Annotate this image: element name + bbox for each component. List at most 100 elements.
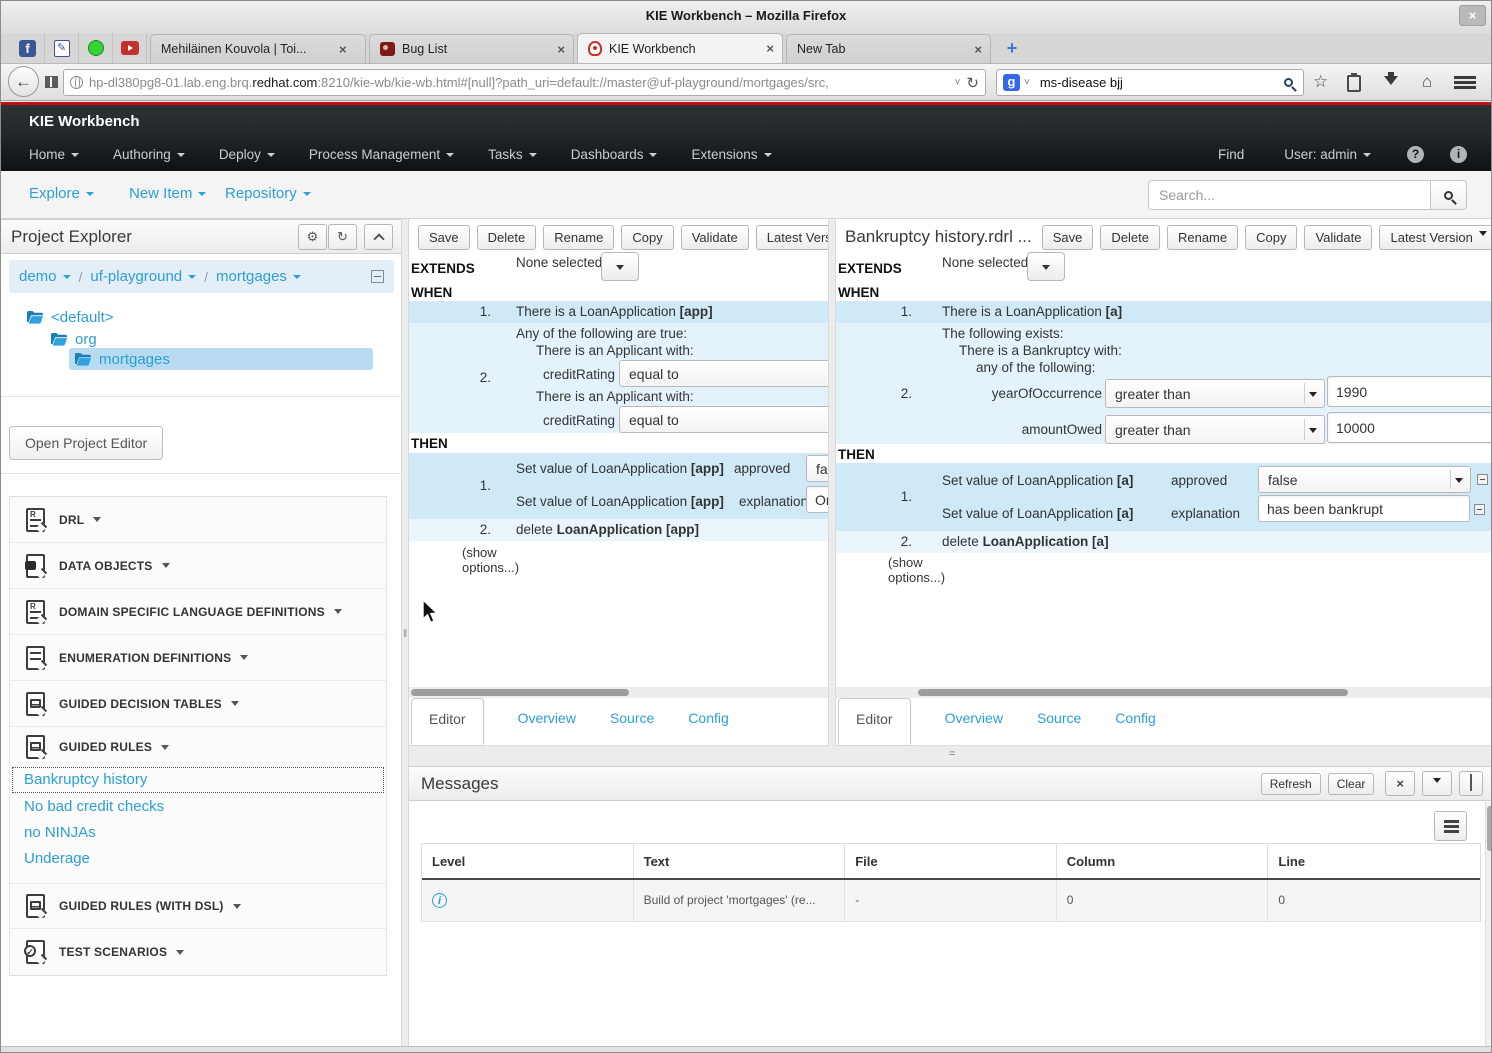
collapse-tree-icon[interactable]	[371, 270, 384, 283]
tab-close-icon[interactable]: ×	[766, 41, 774, 56]
extends-dropdown-button[interactable]	[1027, 252, 1065, 281]
tab-source[interactable]: Source	[610, 698, 654, 745]
scrollbar-thumb[interactable]	[918, 689, 1348, 696]
show-options-link[interactable]: (show options...)	[462, 545, 528, 575]
section-dsl-definitions[interactable]: R DOMAIN SPECIFIC LANGUAGE DEFINITIONS	[10, 589, 386, 635]
tree-item-org[interactable]: org	[51, 328, 97, 350]
value-input[interactable]	[1327, 376, 1492, 407]
submenu-repository[interactable]: Repository	[225, 185, 311, 202]
tab-overview[interactable]: Overview	[945, 698, 1003, 745]
tree-item-default[interactable]: <default>	[27, 306, 114, 328]
latest-version-dropdown[interactable]: Latest Version	[756, 225, 828, 250]
vertical-scrollbar[interactable]	[1485, 802, 1492, 1046]
downloads-icon[interactable]	[1384, 76, 1398, 85]
list-view-icon[interactable]	[1434, 811, 1467, 841]
tab-editor[interactable]: Editor	[838, 698, 911, 745]
workbench-search-button[interactable]	[1431, 180, 1467, 210]
remove-field-icon[interactable]	[1477, 474, 1488, 485]
value-select[interactable]: false	[1258, 466, 1471, 493]
then-row-1[interactable]: 1. Set value of LoanApplication [a] appr…	[836, 463, 1492, 531]
panel-menu-button[interactable]	[1422, 771, 1452, 796]
open-project-editor-button[interactable]: Open Project Editor	[9, 426, 163, 460]
close-panel-button[interactable]: ×	[1385, 771, 1415, 796]
home-icon[interactable]: ⌂	[1422, 72, 1432, 92]
submenu-new-item[interactable]: New Item	[129, 185, 206, 202]
tab-close-icon[interactable]: ×	[339, 42, 347, 57]
rule-item-no-ninjas[interactable]: no NINJAs	[24, 824, 96, 841]
submenu-explore[interactable]: Explore	[29, 185, 94, 202]
bookmark-star-icon[interactable]: ☆	[1313, 72, 1328, 92]
then-row-2[interactable]: 2. delete LoanApplication [a]	[836, 531, 1492, 553]
browser-search-bar[interactable]: g ˅	[996, 69, 1304, 96]
save-button[interactable]: Save	[1042, 225, 1094, 250]
tab-overview[interactable]: Overview	[518, 698, 576, 745]
pinned-tab-youtube[interactable]	[113, 33, 147, 63]
rename-button[interactable]: Rename	[1167, 225, 1238, 250]
extends-dropdown-button[interactable]	[601, 252, 639, 281]
new-tab-button[interactable]: +	[997, 36, 1027, 62]
info-icon[interactable]: i	[1450, 146, 1467, 163]
operator-select[interactable]: equal to	[619, 360, 828, 387]
section-guided-rules[interactable]: GUIDED RULES	[10, 727, 386, 767]
operator-select[interactable]: equal to	[619, 406, 828, 433]
pinned-tab-notes[interactable]: ✎	[45, 33, 79, 63]
tab-kie-workbench[interactable]: KIE Workbench ×	[577, 33, 783, 63]
save-button[interactable]: Save	[418, 225, 470, 250]
tab-close-icon[interactable]: ×	[557, 42, 565, 57]
tree-item-mortgages-selected[interactable]: mortgages	[69, 348, 373, 370]
section-test-scenarios[interactable]: ✓ TEST SCENARIOS	[10, 929, 386, 975]
pinned-tab-green-app[interactable]	[79, 33, 113, 63]
horizontal-scrollbar[interactable]	[409, 687, 828, 698]
menu-deploy[interactable]: Deploy	[219, 147, 275, 162]
google-engine-icon[interactable]: g	[1003, 74, 1020, 91]
section-data-objects[interactable]: DATA OBJECTS	[10, 543, 386, 589]
copy-button[interactable]: Copy	[621, 225, 673, 250]
remove-field-icon[interactable]	[1474, 504, 1485, 515]
section-drl[interactable]: R DRL	[10, 497, 386, 543]
value-select[interactable]: fa	[806, 455, 828, 482]
menu-user[interactable]: User: admin	[1284, 147, 1371, 162]
browser-search-input[interactable]	[1040, 75, 1284, 90]
url-bar[interactable]: hp-dl380pg8-01.lab.eng.brq.redhat.com:82…	[63, 69, 986, 96]
search-magnifier-icon[interactable]	[1284, 78, 1293, 87]
menu-authoring[interactable]: Authoring	[113, 147, 185, 162]
value-input[interactable]	[1327, 412, 1492, 443]
history-grid-icon[interactable]	[45, 76, 58, 88]
rename-button[interactable]: Rename	[543, 225, 614, 250]
tab-close-icon[interactable]: ×	[974, 42, 982, 57]
collapse-panel-button[interactable]	[1459, 771, 1483, 796]
window-close-button[interactable]: ×	[1459, 5, 1486, 26]
pinned-tab-facebook[interactable]: f	[11, 33, 45, 63]
validate-button[interactable]: Validate	[1304, 225, 1372, 250]
tab-bug-list[interactable]: Bug List ×	[369, 34, 574, 63]
section-guided-decision-tables[interactable]: GUIDED DECISION TABLES	[10, 681, 386, 727]
menu-extensions[interactable]: Extensions	[691, 147, 771, 162]
section-guided-rules-dsl[interactable]: GUIDED RULES (WITH DSL)	[10, 883, 386, 929]
rule-item-no-bad-credit-checks[interactable]: No bad credit checks	[24, 798, 164, 815]
breadcrumb-demo[interactable]: demo	[19, 268, 71, 285]
delete-button[interactable]: Delete	[477, 225, 537, 250]
menu-home[interactable]: Home	[29, 147, 79, 162]
engine-dropdown-icon[interactable]: ˅	[1024, 77, 1030, 88]
then-row-1[interactable]: 1. Set value of LoanApplication [app] ap…	[409, 453, 828, 519]
then-row-2[interactable]: 2. delete LoanApplication [app]	[409, 519, 828, 541]
value-input[interactable]	[806, 486, 828, 513]
help-icon[interactable]: ?	[1407, 146, 1424, 163]
tab-new-tab[interactable]: New Tab ×	[786, 34, 991, 63]
validate-button[interactable]: Validate	[681, 225, 749, 250]
reload-icon[interactable]: ↻	[966, 74, 979, 92]
operator-select[interactable]: greater than	[1105, 415, 1325, 444]
scrollbar-thumb[interactable]	[411, 689, 629, 696]
tab-source[interactable]: Source	[1037, 698, 1081, 745]
show-options-link[interactable]: (show options...)	[888, 555, 954, 585]
tab-mehilainen[interactable]: Mehiläinen Kouvola | Toi... ×	[150, 34, 366, 63]
latest-version-dropdown[interactable]: Latest Version	[1379, 225, 1492, 250]
section-enumeration-definitions[interactable]: ENUMERATION DEFINITIONS	[10, 635, 386, 681]
breadcrumb-repository[interactable]: uf-playground	[90, 268, 196, 285]
collapse-panel-button[interactable]	[364, 224, 393, 250]
refresh-icon[interactable]: ↻	[328, 224, 357, 250]
when-row-2[interactable]: 2. Any of the following are true: There …	[409, 323, 828, 433]
menu-tasks[interactable]: Tasks	[488, 147, 537, 162]
tab-config[interactable]: Config	[1115, 698, 1155, 745]
tab-editor[interactable]: Editor	[411, 698, 484, 745]
